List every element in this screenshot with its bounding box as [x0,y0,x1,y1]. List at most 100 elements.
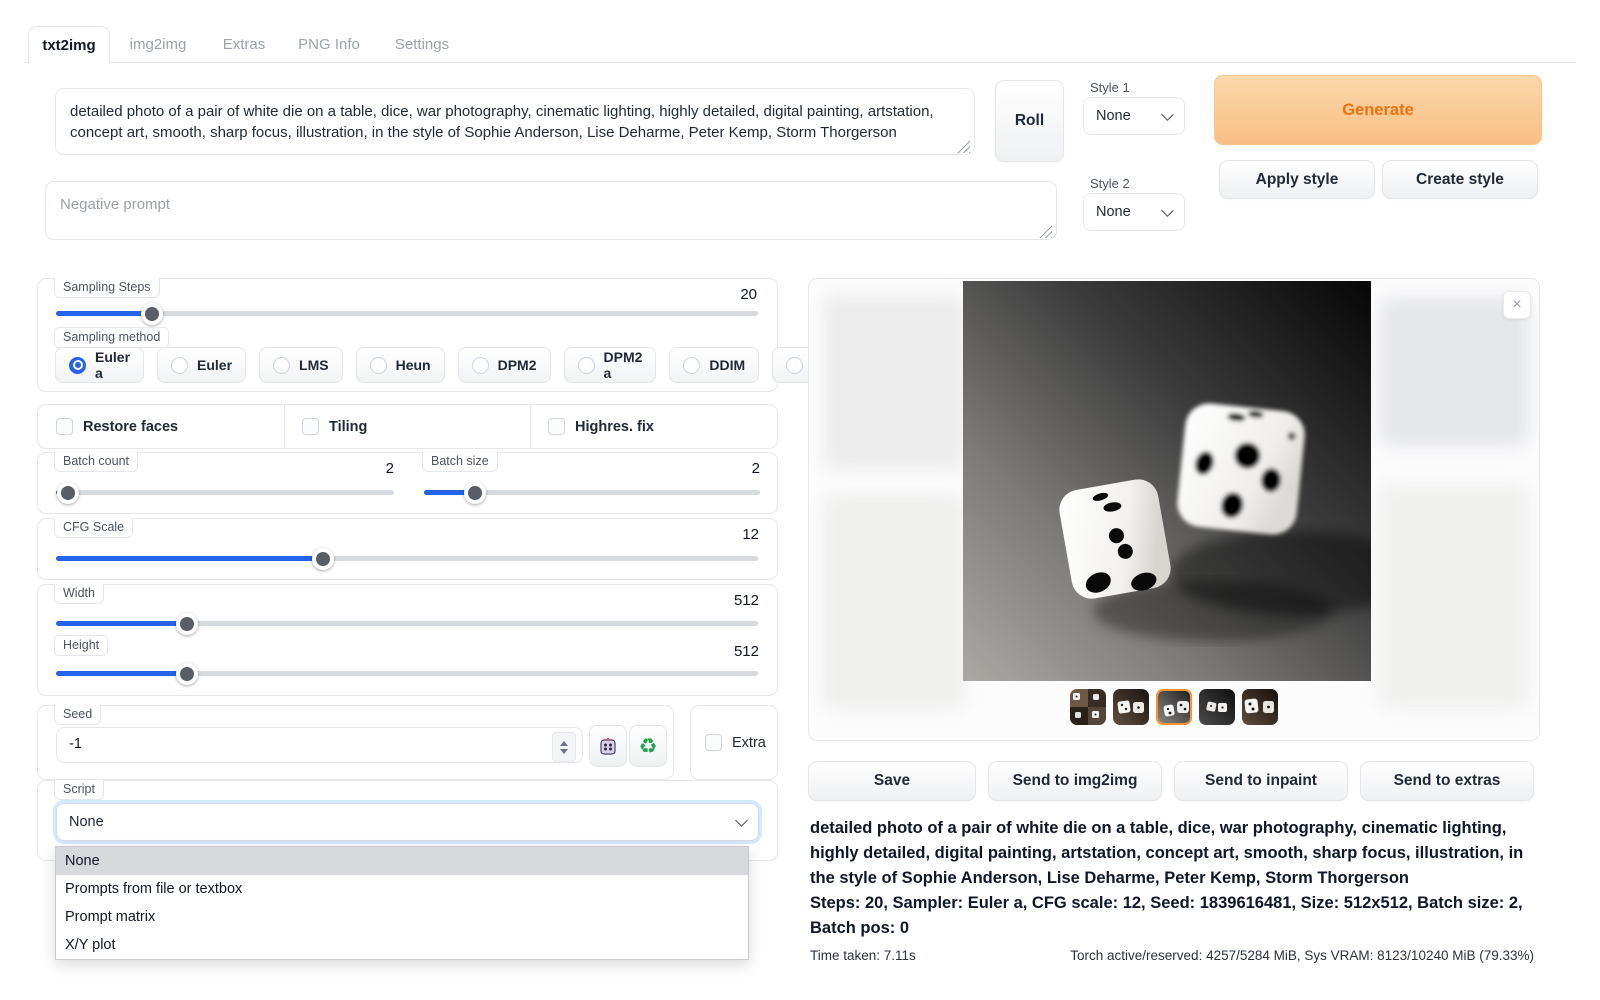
style2-label: Style 2 [1090,176,1130,191]
tab-label: txt2img [42,37,95,54]
gallery-panel: × [808,278,1540,741]
script-select[interactable]: None [56,803,759,841]
sampler-euler[interactable]: Euler [157,347,246,383]
slider-thumb[interactable] [464,482,486,504]
script-value: None [69,814,104,830]
sampler-label: LMS [299,357,329,373]
create-style-button[interactable]: Create style [1382,160,1538,199]
roll-label: Roll [1015,112,1044,130]
highres-fix-checkbox[interactable] [548,418,565,435]
height-value: 512 [734,643,759,660]
tab-img2img[interactable]: img2img [118,26,198,63]
send-to-extras-button[interactable]: Send to extras [1360,761,1534,801]
size-panel: Width 512 Height 512 [37,584,778,696]
batch-size-slider[interactable] [424,490,760,495]
tab-label: img2img [130,36,187,53]
batch-count-value: 2 [56,460,394,477]
sampler-heun[interactable]: Heun [356,347,445,383]
gallery-thumbnail-selected[interactable] [1156,689,1192,725]
sampler-label: Euler a [95,349,130,381]
reuse-seed-button[interactable]: ♻ [629,725,667,767]
cfg-panel: CFG Scale 12 [37,518,778,580]
seed-spinner[interactable] [552,732,576,762]
seed-label: Seed [54,705,101,725]
tab-label: Extras [223,36,266,53]
random-seed-button[interactable] [589,725,627,767]
spinner-up-icon[interactable] [560,741,568,746]
tiling-label: Tiling [329,419,367,435]
script-dropdown: None Prompts from file or textbox Prompt… [55,846,749,960]
sampling-steps-value: 20 [740,286,757,303]
close-icon: × [1512,297,1521,313]
radio-icon [786,357,803,374]
batch-count-slider[interactable] [56,490,394,495]
gallery-thumbnail[interactable] [1199,689,1235,725]
sampler-dpm2[interactable]: DPM2 [458,347,551,383]
cfg-slider[interactable] [56,556,758,561]
extra-seed-checkbox[interactable] [705,734,722,751]
vram-usage-text: Torch active/reserved: 4257/5284 MiB, Sy… [1070,948,1534,963]
send-to-inpaint-button[interactable]: Send to inpaint [1174,761,1348,801]
blurred-gallery-background [1379,297,1529,447]
sampler-euler-a[interactable]: Euler a [55,347,144,383]
spinner-down-icon[interactable] [560,749,568,754]
generated-image[interactable] [963,281,1371,681]
generate-button[interactable]: Generate [1214,75,1542,145]
width-slider[interactable] [56,621,758,626]
slider-thumb[interactable] [176,663,198,685]
cell-divider [284,405,285,448]
slider-thumb[interactable] [141,303,163,325]
sampler-ddim[interactable]: DDIM [669,347,759,383]
tab-png-info[interactable]: PNG Info [290,26,368,63]
gallery-thumbnails [1070,689,1278,725]
gallery-thumbnail[interactable] [1070,689,1106,725]
sampling-steps-slider[interactable] [56,311,758,316]
height-slider[interactable] [56,671,758,676]
sampler-label: DPM2 a [604,349,643,381]
slider-thumb[interactable] [57,482,79,504]
style2-value: None [1096,204,1131,220]
apply-style-button[interactable]: Apply style [1219,160,1375,199]
seed-input[interactable]: -1 [56,727,583,763]
cfg-value: 12 [742,526,759,543]
chevron-down-icon [1161,108,1174,121]
gallery-thumbnail[interactable] [1113,689,1149,725]
tab-settings[interactable]: Settings [386,26,458,63]
restore-faces-checkbox[interactable] [56,418,73,435]
prompt-input[interactable]: detailed photo of a pair of white die on… [55,88,975,155]
radio-icon [683,357,700,374]
save-label: Save [874,772,910,790]
width-value: 512 [734,592,759,609]
output-prompt-text: detailed photo of a pair of white die on… [810,816,1534,891]
roll-button[interactable]: Roll [995,80,1064,162]
style1-value: None [1096,108,1131,124]
tiling-checkbox[interactable] [302,418,319,435]
tab-txt2img[interactable]: txt2img [28,26,110,65]
tab-extras[interactable]: Extras [212,26,276,63]
gallery-thumbnail[interactable] [1242,689,1278,725]
time-taken-text: Time taken: 7.11s [810,948,916,963]
slider-thumb[interactable] [176,613,198,635]
sampler-lms[interactable]: LMS [259,347,343,383]
script-option-none[interactable]: None [56,847,748,875]
negative-prompt-input[interactable] [45,181,1057,240]
script-label: Script [54,780,104,800]
style2-select[interactable]: None [1083,193,1185,231]
sampler-dpm2-a[interactable]: DPM2 a [564,347,657,383]
style1-select[interactable]: None [1083,97,1185,135]
tab-label: PNG Info [298,36,360,53]
save-button[interactable]: Save [808,761,976,801]
sampler-label: DDIM [709,357,745,373]
slider-thumb[interactable] [312,548,334,570]
sampling-panel: Sampling Steps 20 Sampling method Euler … [37,278,778,392]
close-image-button[interactable]: × [1503,291,1531,319]
send-to-extras-label: Send to extras [1394,772,1501,790]
blurred-gallery-background [823,494,965,709]
script-option-xy-plot[interactable]: X/Y plot [56,931,748,959]
output-params-line: Steps: 20, Sampler: Euler a, CFG scale: … [810,891,1534,941]
send-to-inpaint-label: Send to inpaint [1205,772,1317,790]
create-style-label: Create style [1416,171,1504,189]
script-option-prompt-matrix[interactable]: Prompt matrix [56,903,748,931]
script-option-prompts-from-file[interactable]: Prompts from file or textbox [56,875,748,903]
send-to-img2img-button[interactable]: Send to img2img [988,761,1162,801]
